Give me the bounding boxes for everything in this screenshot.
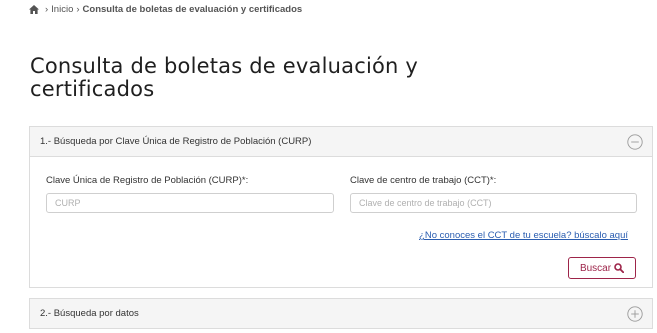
data-search-panel: 2.- Búsqueda por datos xyxy=(29,298,653,329)
curp-search-panel: 1.- Búsqueda por Clave Única de Registro… xyxy=(29,126,653,288)
breadcrumb-current: Consulta de boletas de evaluación y cert… xyxy=(82,4,303,15)
curp-panel-title: 1.- Búsqueda por Clave Única de Registro… xyxy=(40,136,312,147)
search-button-label: Buscar xyxy=(579,262,612,274)
cct-field-label: Clave de centro de trabajo (CCT)*: xyxy=(350,175,497,186)
breadcrumb-separator: › xyxy=(45,4,49,15)
search-button[interactable]: Buscar xyxy=(568,257,636,279)
curp-panel-heading[interactable]: 1.- Búsqueda por Clave Única de Registro… xyxy=(30,127,652,157)
page-title: Consulta de boletas de evaluación y cert… xyxy=(30,54,419,101)
data-panel-title: 2.- Búsqueda por datos xyxy=(40,308,139,319)
search-icon xyxy=(614,263,625,273)
breadcrumb-inicio-link[interactable]: Inicio xyxy=(51,4,73,15)
curp-field-label: Clave Única de Registro de Población (CU… xyxy=(46,175,249,186)
breadcrumb-separator: › xyxy=(76,4,80,15)
home-icon[interactable] xyxy=(29,5,39,14)
expand-plus-icon[interactable] xyxy=(627,305,643,322)
collapse-minus-icon[interactable] xyxy=(627,133,643,150)
breadcrumb: › Inicio › Consulta de boletas de evalua… xyxy=(29,4,302,15)
find-cct-link[interactable]: ¿No conoces el CCT de tu escuela? búscal… xyxy=(419,230,628,241)
curp-input[interactable] xyxy=(46,193,334,213)
data-panel-heading[interactable]: 2.- Búsqueda por datos xyxy=(30,299,652,328)
cct-input[interactable] xyxy=(350,193,637,213)
